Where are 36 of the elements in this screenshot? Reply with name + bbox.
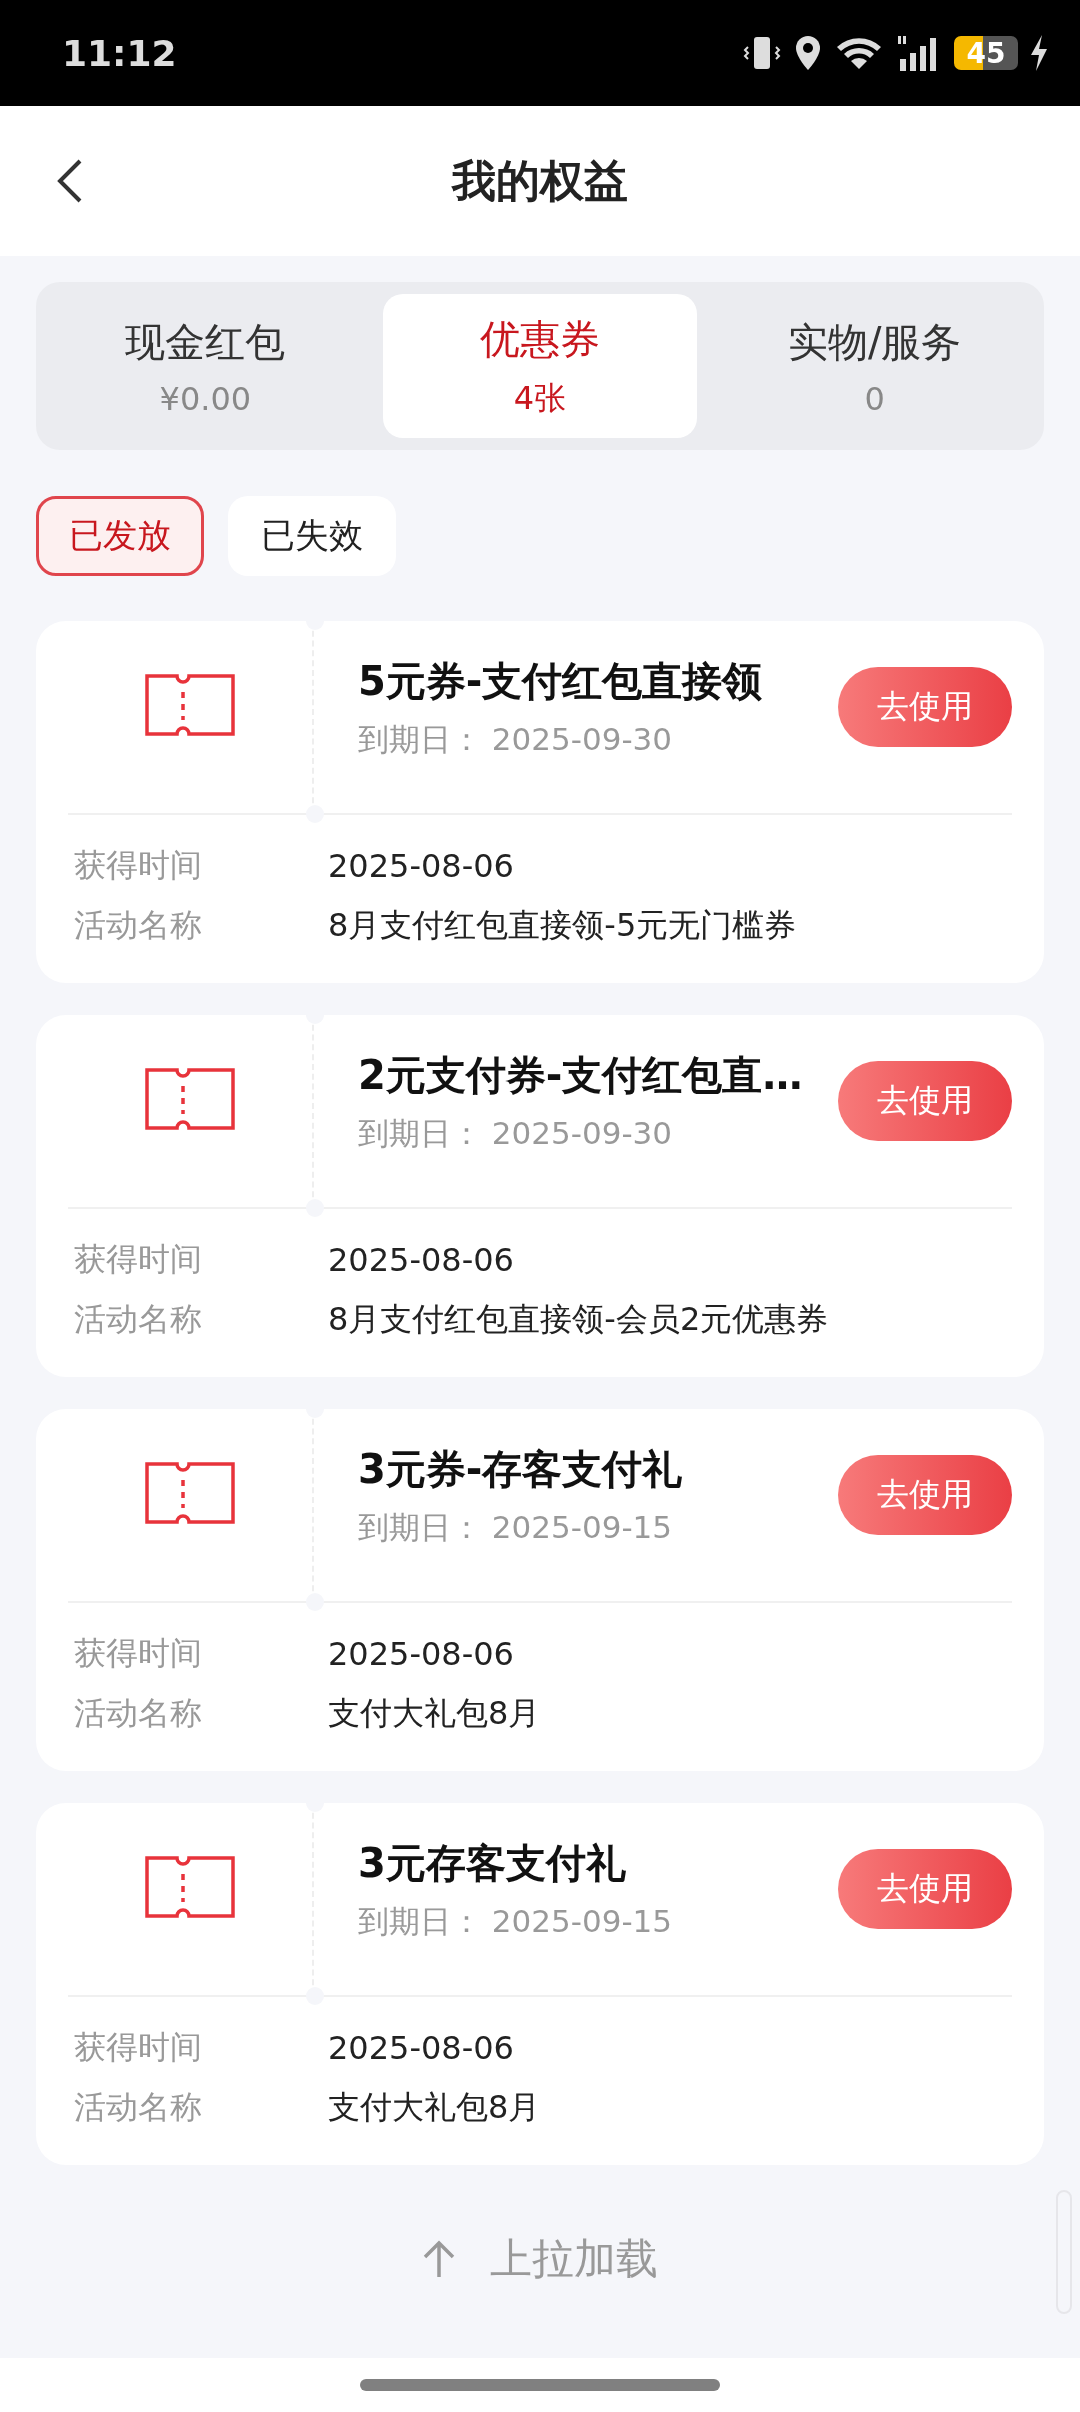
info-value: 支付大礼包8月 <box>328 1693 541 1734</box>
info-value: 2025-08-06 <box>328 847 514 885</box>
expiry-date: 到期日： 2025-09-30 <box>358 1113 673 1153</box>
info-label: 获得时间 <box>73 1239 203 1280</box>
expiry-date: 到期日： 2025-09-15 <box>358 1507 673 1547</box>
info-value: 8月支付红包直接领-会员2元优惠券 <box>328 1299 829 1340</box>
info-value: 2025-08-06 <box>328 2029 514 2067</box>
info-label: 获得时间 <box>73 2027 203 2068</box>
info-label: 获得时间 <box>73 1633 203 1674</box>
info-label: 活动名称 <box>73 1693 203 1734</box>
info-value: 2025-08-06 <box>328 1635 514 1673</box>
filter-chip[interactable]: 已发放 <box>36 496 204 576</box>
category-tab[interactable]: 实物/服务 0 <box>717 294 1032 438</box>
expiry-date: 到期日： 2025-09-30 <box>358 719 673 759</box>
expiry-date: 到期日： 2025-09-15 <box>358 1901 673 1941</box>
info-value: 支付大礼包8月 <box>328 2087 541 2128</box>
category-tab[interactable]: 优惠券 4张 <box>382 294 698 438</box>
filter-chip[interactable]: 已失效 <box>228 496 396 576</box>
use-button[interactable]: 去使用 <box>838 1061 1012 1141</box>
info-label: 活动名称 <box>73 2087 203 2128</box>
coupon-title: 3元存客支付礼 <box>358 1838 627 1888</box>
coupon-title: 5元券-支付红包直接领 <box>358 656 764 706</box>
use-button[interactable]: 去使用 <box>838 667 1012 747</box>
coupon-title: 2元支付券-支付红包直… <box>358 1050 804 1100</box>
status-time: 11:12 <box>62 32 177 74</box>
pull-up-hint: 上拉加载 <box>490 2233 658 2285</box>
info-label: 获得时间 <box>73 845 203 886</box>
use-button[interactable]: 去使用 <box>838 1455 1012 1535</box>
use-button[interactable]: 去使用 <box>838 1849 1012 1929</box>
info-label: 活动名称 <box>73 905 203 946</box>
category-tab[interactable]: 现金红包 ¥0.00 <box>48 294 363 438</box>
info-value: 8月支付红包直接领-5元无门槛券 <box>328 905 797 946</box>
info-value: 2025-08-06 <box>328 1241 514 1279</box>
info-label: 活动名称 <box>73 1299 203 1340</box>
page-title: 我的权益 <box>452 153 628 208</box>
coupon-title: 3元券-存客支付礼 <box>358 1444 684 1494</box>
